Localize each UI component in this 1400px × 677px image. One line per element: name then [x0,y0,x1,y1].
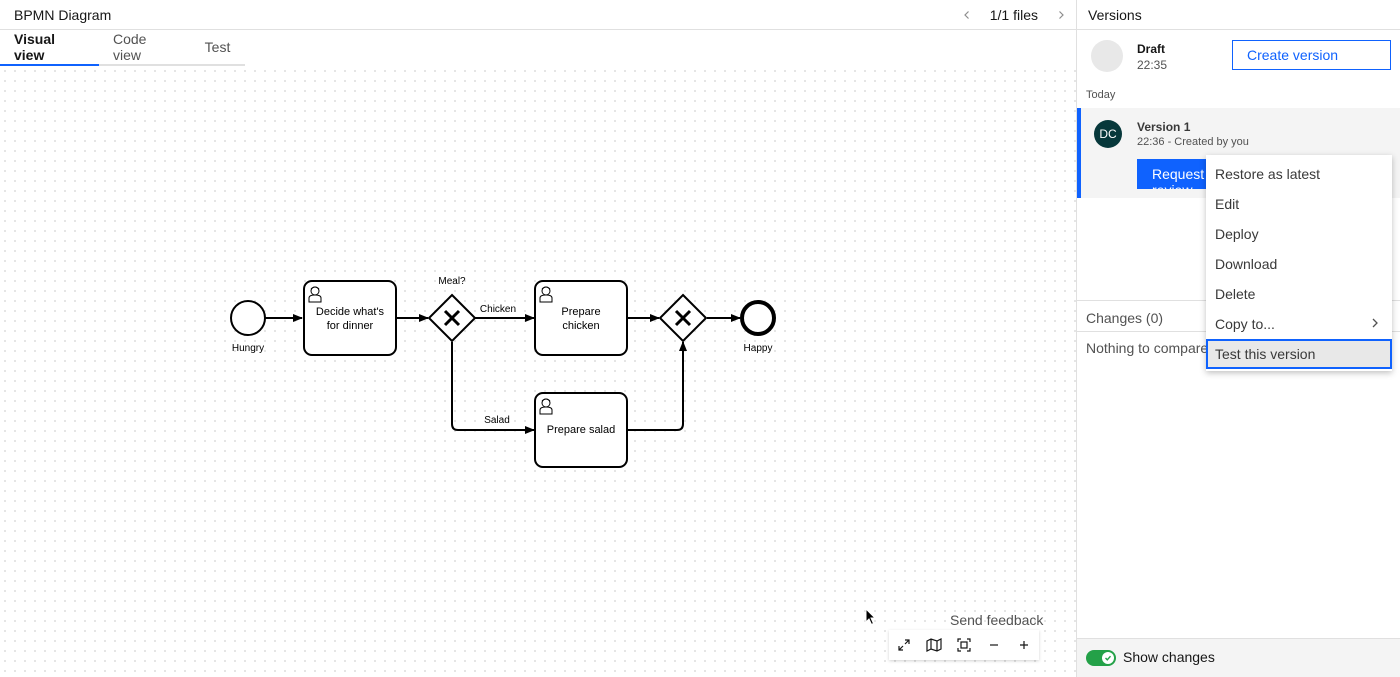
menu-item-label: Download [1215,256,1278,272]
show-changes-label: Show changes [1123,649,1215,665]
draft-version-row[interactable]: Draft 22:35 Create version [1077,30,1400,86]
flow-salad-to-join[interactable] [628,341,687,431]
user-task-icon [536,396,556,416]
fit-to-view-button[interactable] [949,630,979,660]
fullscreen-icon [898,639,910,651]
menu-item-restore-as-latest[interactable]: Restore as latest [1206,159,1392,189]
menu-item-label: Edit [1215,196,1240,212]
zoom-out-button[interactable] [979,630,1009,660]
zoom-in-icon [1020,641,1028,649]
zoom-in-button[interactable] [1009,630,1039,660]
editor-panel: BPMN Diagram 1/1 files Visual view Code … [0,0,1076,677]
menu-item-copy-to[interactable]: Copy to... [1206,309,1392,339]
fullscreen-button[interactable] [889,630,919,660]
toggle-knob [1102,652,1114,664]
send-feedback-link[interactable]: Send feedback [950,612,1043,628]
tab-test[interactable]: Test [190,30,245,66]
menu-item-edit[interactable]: Edit [1206,189,1392,219]
changes-label: Changes (0) [1086,310,1164,326]
view-tabs: Visual view Code view Test [0,30,245,66]
version-meta: 22:36 - Created by you [1137,136,1249,148]
task-chicken-label-line2: chicken [562,320,599,332]
versions-header: Versions [1077,0,1400,30]
tab-code-view[interactable]: Code view [99,30,190,66]
version-name: Version 1 [1137,120,1191,134]
menu-item-label: Copy to... [1215,316,1275,332]
canvas-controls [889,630,1039,660]
minimap-icon [926,638,942,652]
create-version-button[interactable]: Create version [1232,40,1391,70]
avatar: DC [1094,120,1122,148]
mouse-cursor-icon [865,608,877,626]
minimap-button[interactable] [919,630,949,660]
menu-item-label: Deploy [1215,226,1259,242]
today-section-label: Today [1086,89,1116,101]
draft-name: Draft [1137,42,1166,56]
fit-to-view-icon [957,638,971,652]
bpmn-diagram: Hungry Decide what's for dinner Meal? Ch… [230,276,776,468]
user-task-icon [305,284,325,304]
task-salad-label: Prepare salad [547,424,616,436]
previous-file-button[interactable] [952,0,982,30]
document-title: BPMN Diagram [14,7,112,23]
menu-item-delete[interactable]: Delete [1206,279,1392,309]
menu-item-label: Restore as latest [1215,166,1321,182]
menu-item-deploy[interactable]: Deploy [1206,219,1392,249]
task-decide-label-line1: Decide what's [316,306,385,318]
gateway-label: Meal? [438,276,466,287]
flow-salad-label: Salad [484,415,510,426]
end-event[interactable] [740,300,776,336]
menu-item-download[interactable]: Download [1206,249,1392,279]
show-changes-toggle[interactable] [1086,650,1116,666]
chevron-right-icon [1370,316,1380,332]
show-changes-bar: Show changes [1077,638,1400,677]
version-context-menu: Restore as latest Edit Deploy Download D… [1206,155,1392,371]
end-event-label: Happy [744,343,773,354]
editor-top-bar: BPMN Diagram 1/1 files [0,0,1076,30]
chevron-left-icon [963,11,969,19]
menu-item-test-this-version[interactable]: Test this version [1206,339,1392,369]
next-file-button[interactable] [1046,0,1076,30]
app-window: BPMN Diagram 1/1 files Visual view Code … [0,0,1400,677]
files-navigation: 1/1 files [952,0,1076,30]
user-task-icon [536,284,556,304]
flow-chicken-label: Chicken [480,304,516,315]
task-chicken-label-line1: Prepare [561,306,600,318]
tab-visual-view[interactable]: Visual view [0,30,99,66]
draft-time: 22:35 [1137,58,1168,72]
menu-item-label: Delete [1215,286,1256,302]
zoom-out-icon [990,644,998,646]
start-event[interactable] [230,300,266,336]
chevron-right-icon [1059,11,1064,19]
files-count: 1/1 files [989,7,1038,23]
draft-avatar [1091,40,1123,72]
start-event-label: Hungry [232,343,264,354]
checkmark-icon [1105,655,1112,661]
diagram-canvas[interactable]: Hungry Decide what's for dinner Meal? Ch… [0,66,1076,677]
task-decide-label-line2: for dinner [327,320,374,332]
menu-item-label: Test this version [1215,346,1316,362]
nothing-to-compare-text: Nothing to compare [1086,340,1209,356]
